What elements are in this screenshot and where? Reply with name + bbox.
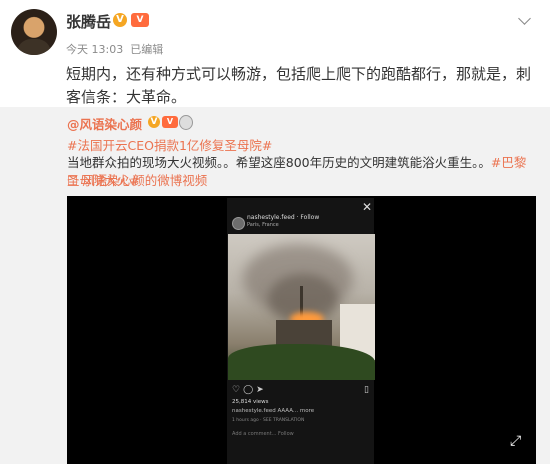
ig-translation: 1 hours ago · SEE TRANSLATION [232, 418, 305, 423]
video-link[interactable]: ☐ 风语染心颜的微博视频 [67, 172, 207, 190]
ig-username: nashestyle.feed · Follow [247, 214, 320, 221]
dropdown-chevron-icon[interactable] [518, 12, 531, 25]
post-meta: 今天 13:03 已编辑 [66, 41, 170, 57]
video-link-icon: ☐ [67, 173, 83, 188]
avatar[interactable] [11, 9, 57, 55]
verified-badge: V [113, 13, 127, 27]
ig-caption: nashestyle.feed AAAA... more [232, 408, 315, 414]
bookmark-icon: ▯ [364, 385, 369, 395]
comment-icon: ◯ [243, 385, 257, 395]
close-icon: ✕ [362, 200, 373, 214]
repost-topic[interactable]: #法国开云CEO捐款1亿修复圣母院# [67, 135, 272, 154]
repost-body-text: 当地群众拍的现场大火视频。。希望这座800年历史的文明建筑能浴火重生。。 [67, 155, 491, 170]
post-time[interactable]: 今天 13:03 [66, 43, 123, 56]
edited-label: 已编辑 [130, 43, 164, 56]
post-text: 短期内，还有种方式可以畅游，包括爬上爬下的跑酷都行，那就是，刺客信条：大革命。 [66, 65, 532, 106]
repost-vip-badge: V [162, 116, 178, 128]
repost-verified-badge: V [148, 116, 160, 128]
fire-photo [228, 234, 375, 380]
video-link-label[interactable]: 风语染心颜的微博视频 [82, 173, 207, 188]
ig-location: Paris, France [247, 222, 279, 228]
repost-author[interactable]: @风语染心颜 [67, 114, 142, 133]
ig-avatar [232, 217, 245, 230]
ig-comment: Add a comment... Follow [232, 431, 294, 437]
share-icon: ➤ [256, 385, 267, 395]
ig-views: 25,814 views [232, 399, 269, 405]
ig-action-icons: ♡◯➤ [232, 385, 267, 395]
medal-icon [179, 115, 193, 130]
vip-badge: V [131, 13, 149, 27]
fullscreen-icon[interactable]: ⤢ [510, 433, 528, 451]
heart-icon: ♡ [232, 385, 244, 395]
username[interactable]: 张腾岳 [66, 11, 111, 32]
